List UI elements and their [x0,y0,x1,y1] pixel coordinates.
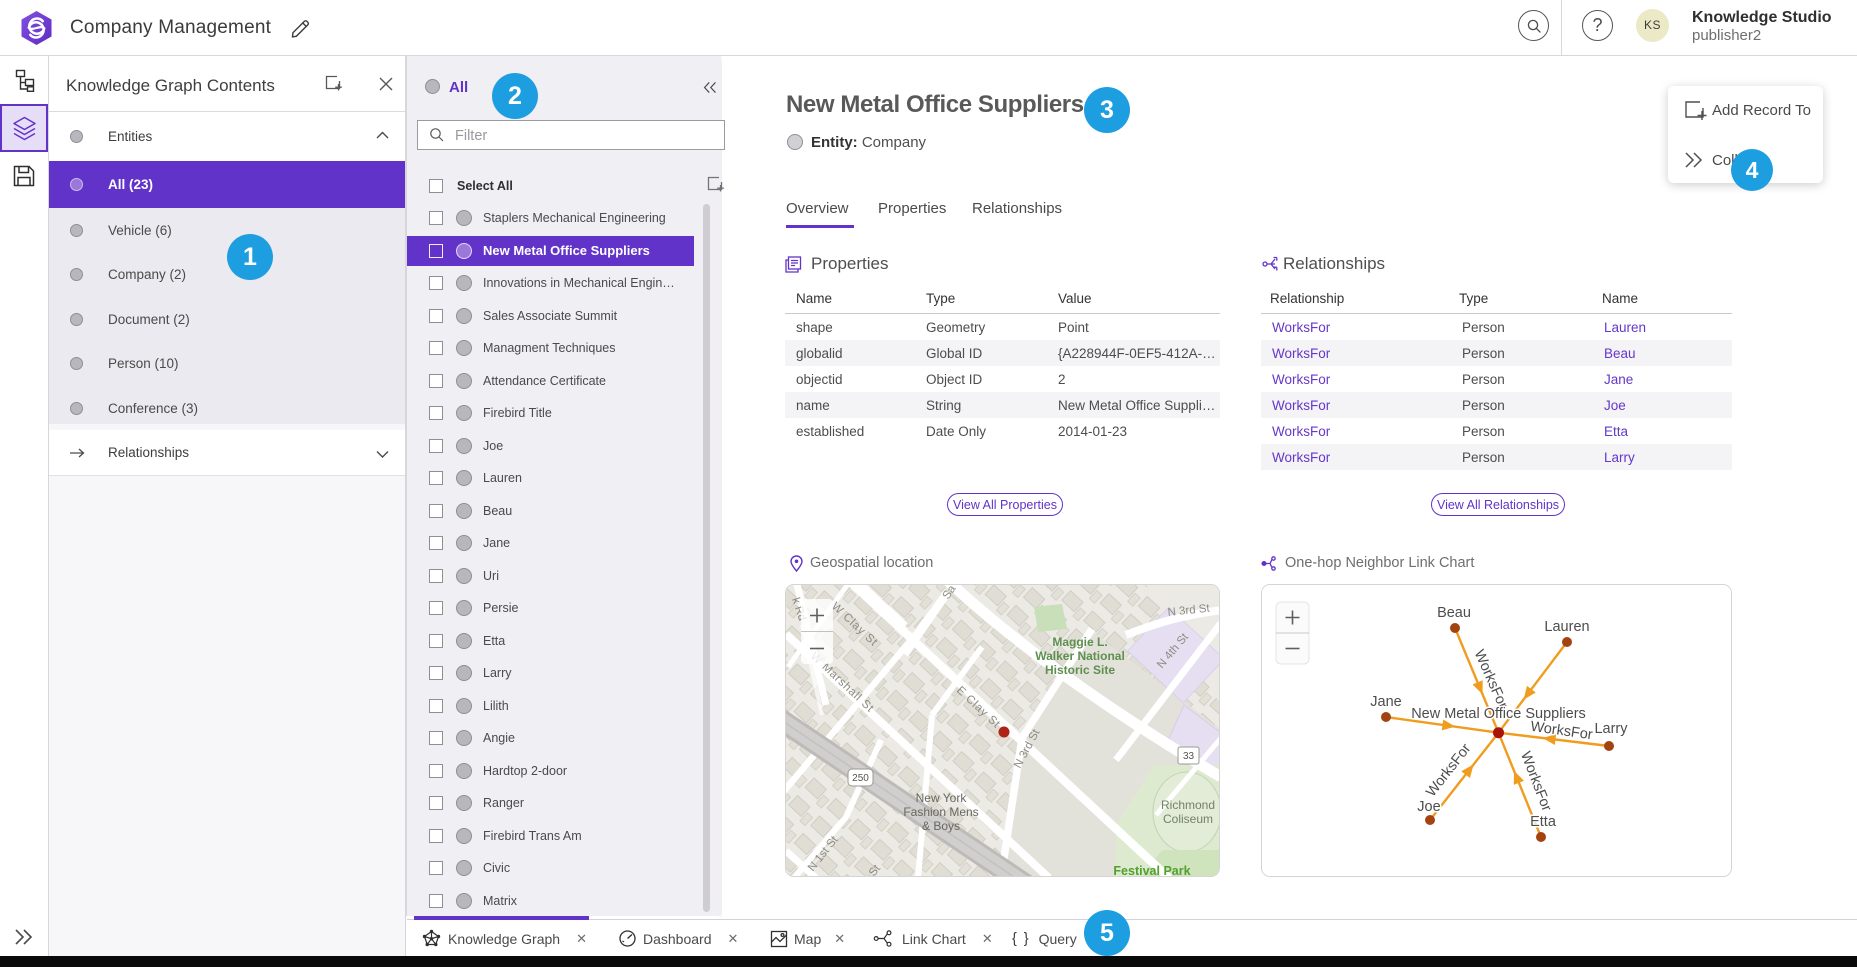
svg-text:Beau: Beau [1437,605,1471,621]
svg-text:Joe: Joe [1417,799,1440,815]
svg-text:New Metal Office Suppliers: New Metal Office Suppliers [1411,706,1586,722]
svg-text:& Boys: & Boys [922,819,960,833]
svg-text:Fashion Mens: Fashion Mens [903,805,978,819]
svg-text:250: 250 [852,773,869,784]
svg-text:Historic Site: Historic Site [1045,663,1115,677]
svg-text:Richmond: Richmond [1161,798,1215,812]
svg-text:33: 33 [1183,751,1195,762]
svg-text:Festival Park: Festival Park [1113,864,1190,877]
svg-text:Lauren: Lauren [1544,619,1589,635]
svg-text:Etta: Etta [1530,814,1557,830]
svg-text:Jane: Jane [1370,694,1401,710]
svg-text:Maggie L.: Maggie L. [1052,635,1107,649]
svg-text:New York: New York [916,791,968,805]
svg-text:Coliseum: Coliseum [1163,812,1213,826]
svg-text:Walker National: Walker National [1035,649,1125,663]
svg-text:Larry: Larry [1594,721,1628,737]
